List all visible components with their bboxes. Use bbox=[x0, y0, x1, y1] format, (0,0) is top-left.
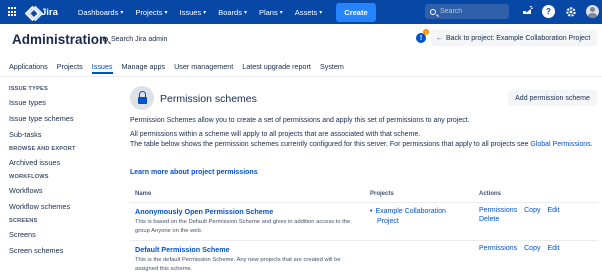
sidebar-item-workflow-schemes[interactable]: Workflow schemes bbox=[9, 202, 114, 211]
chevron-down-icon: ▾ bbox=[164, 9, 168, 16]
main-nav: Dashboards ▾ Projects ▾ Issues ▾ Boards ▾ Pl… bbox=[78, 2, 376, 22]
sidebar-group-workflows: WORKFLOWS Workflows Workflow schemes bbox=[9, 174, 114, 211]
sidebar-item-sub-tasks[interactable]: Sub-tasks bbox=[9, 130, 114, 139]
notification-badge: 1 bbox=[423, 29, 429, 35]
tab-applications[interactable]: Applications bbox=[9, 62, 48, 74]
nav-projects[interactable]: Projects ▾ bbox=[135, 8, 167, 17]
notifications-icon[interactable] bbox=[521, 5, 534, 18]
jira-logo[interactable]: Jira bbox=[26, 6, 58, 18]
global-permissions-link[interactable]: Global Permissions bbox=[530, 141, 590, 148]
chevron-down-icon: ▾ bbox=[279, 9, 283, 16]
column-header-projects: Projects bbox=[370, 191, 394, 197]
permissions-link[interactable]: Permissions bbox=[479, 207, 517, 214]
help-icon[interactable]: ? bbox=[542, 5, 555, 18]
tab-manage-apps[interactable]: Manage apps bbox=[122, 62, 166, 74]
search-jira-admin-label: Search Jira admin bbox=[111, 36, 168, 43]
section-title: Permission schemes bbox=[160, 93, 257, 105]
sidebar-item-issue-types[interactable]: Issue types bbox=[9, 98, 114, 107]
bullet-icon: • bbox=[370, 208, 373, 215]
sidebar-item-screens[interactable]: Screens bbox=[9, 230, 114, 239]
sidebar-heading: ISSUE TYPES bbox=[9, 86, 48, 92]
copy-link[interactable]: Copy bbox=[524, 245, 540, 252]
copy-link[interactable]: Copy bbox=[524, 207, 540, 214]
scheme-description: This is the default Permission Scheme. A… bbox=[135, 257, 341, 272]
search-icon bbox=[103, 37, 108, 42]
tab-user-management[interactable]: User management bbox=[174, 62, 233, 74]
page-title: Administration bbox=[12, 32, 108, 47]
tab-projects[interactable]: Projects bbox=[57, 62, 83, 74]
app-switcher-icon[interactable] bbox=[8, 7, 18, 17]
project-link[interactable]: • Example Collaboration Project bbox=[370, 207, 446, 226]
chevron-down-icon: ▾ bbox=[319, 9, 323, 16]
tabs-divider bbox=[0, 76, 602, 77]
nav-assets[interactable]: Assets ▾ bbox=[295, 8, 323, 17]
global-search[interactable] bbox=[425, 4, 509, 19]
sidebar-heading: BROWSE AND EXPORT bbox=[9, 146, 76, 152]
avatar[interactable] bbox=[586, 5, 599, 18]
edit-link[interactable]: Edit bbox=[547, 207, 559, 214]
row-actions: Permissions Copy Edit Delete bbox=[479, 207, 567, 223]
description-text: Permission Schemes allow you to create a… bbox=[130, 117, 470, 124]
sidebar: ISSUE TYPES Issue types Issue type schem… bbox=[9, 86, 114, 262]
search-jira-admin-link[interactable]: Search Jira admin bbox=[103, 36, 167, 43]
add-permission-scheme-button[interactable]: Add permission scheme bbox=[508, 90, 597, 106]
nav-issues[interactable]: Issues ▾ bbox=[179, 8, 206, 17]
chevron-down-icon: ▾ bbox=[203, 9, 207, 16]
column-header-name: Name bbox=[135, 191, 152, 197]
tab-issues[interactable]: Issues bbox=[91, 62, 113, 74]
description-text: All permissions within a scheme will app… bbox=[130, 131, 421, 138]
row-actions: Permissions Copy Edit bbox=[479, 245, 567, 252]
table-header: Name Projects Actions bbox=[130, 190, 598, 203]
search-icon bbox=[430, 8, 436, 15]
chevron-down-icon: ▾ bbox=[243, 9, 247, 16]
back-to-project-button[interactable]: ← Back to project: Example Collaboration… bbox=[431, 30, 597, 46]
search-input[interactable] bbox=[440, 8, 500, 15]
sidebar-item-issue-type-schemes[interactable]: Issue type schemes bbox=[9, 114, 114, 123]
settings-icon[interactable] bbox=[564, 5, 577, 18]
create-button[interactable]: Create bbox=[336, 2, 376, 22]
description-text: The table below shows the permission sch… bbox=[130, 141, 593, 148]
delete-link[interactable]: Delete bbox=[479, 216, 560, 223]
scheme-description: This is based on the Default Permission … bbox=[135, 219, 351, 234]
column-header-actions: Actions bbox=[479, 191, 502, 197]
lock-icon bbox=[130, 86, 154, 110]
table-row: Anonymously Open Permission Scheme This … bbox=[130, 204, 598, 241]
learn-more-link[interactable]: Learn more about project permissions bbox=[130, 169, 258, 176]
sidebar-group-browse-export: BROWSE AND EXPORT Archived issues bbox=[9, 146, 114, 167]
sidebar-item-workflows[interactable]: Workflows bbox=[9, 186, 114, 195]
sidebar-group-screens: SCREENS Screens Screen schemes bbox=[9, 218, 114, 255]
nav-dashboards[interactable]: Dashboards ▾ bbox=[78, 8, 123, 17]
scheme-name-link[interactable]: Anonymously Open Permission Scheme bbox=[135, 207, 273, 216]
nav-plans[interactable]: Plans ▾ bbox=[259, 8, 283, 17]
admin-tabs: Applications Projects Issues Manage apps… bbox=[9, 62, 353, 74]
scheme-name-link[interactable]: Default Permission Scheme bbox=[135, 245, 230, 254]
sidebar-item-archived-issues[interactable]: Archived issues bbox=[9, 158, 114, 167]
sidebar-heading: WORKFLOWS bbox=[9, 174, 49, 180]
top-navigation-bar: Jira Dashboards ▾ Projects ▾ Issues ▾ Board… bbox=[0, 0, 602, 24]
sidebar-item-screen-schemes[interactable]: Screen schemes bbox=[9, 246, 114, 255]
back-to-project-label: Back to project: Example Collaboration P… bbox=[446, 34, 591, 42]
tab-system[interactable]: System bbox=[320, 62, 344, 74]
chevron-down-icon: ▾ bbox=[120, 9, 124, 16]
sidebar-heading: SCREENS bbox=[9, 218, 38, 224]
tab-latest-upgrade-report[interactable]: Latest upgrade report bbox=[242, 62, 311, 74]
permissions-link[interactable]: Permissions bbox=[479, 245, 517, 252]
edit-link[interactable]: Edit bbox=[547, 245, 559, 252]
table-row: Default Permission Scheme This is the de… bbox=[130, 242, 598, 277]
arrow-left-icon: ← bbox=[436, 34, 443, 42]
jira-logo-icon bbox=[26, 6, 38, 18]
logo-text: Jira bbox=[41, 6, 58, 18]
nav-boards[interactable]: Boards ▾ bbox=[218, 8, 247, 17]
sidebar-group-issue-types: ISSUE TYPES Issue types Issue type schem… bbox=[9, 86, 114, 139]
